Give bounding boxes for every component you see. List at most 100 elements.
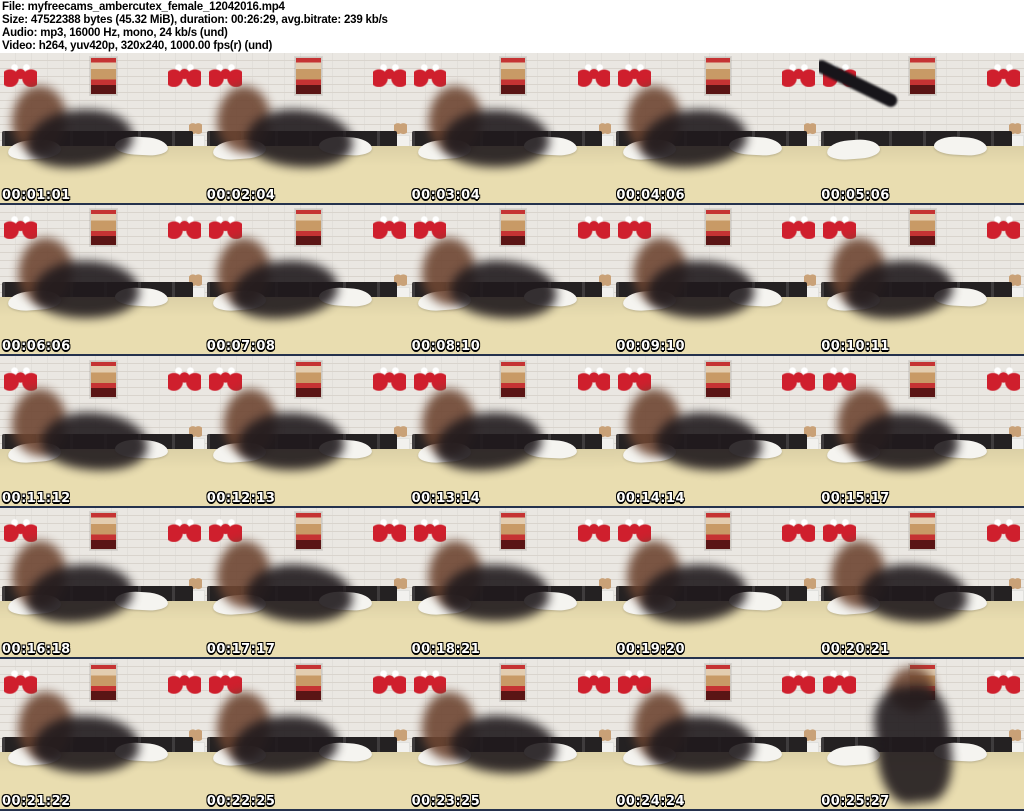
video-thumbnail: 00:16:18 <box>0 507 205 660</box>
red-sconce-decoration-left <box>823 516 857 543</box>
timestamp-overlay: 00:10:11 <box>821 339 890 355</box>
timestamp-overlay: 00:11:12 <box>2 490 71 506</box>
red-sconce-decoration-left <box>413 365 447 391</box>
red-sconce-decoration-left <box>823 213 857 239</box>
red-sconce-decoration-right <box>167 668 201 694</box>
red-sconce-decoration-right <box>372 668 406 694</box>
video-thumbnail: 00:14:14 <box>614 356 820 508</box>
video-thumbnail: 00:04:06 <box>614 53 820 205</box>
red-sconce-decoration-right <box>372 516 406 543</box>
size-duration-bitrate-line: Size: 47522388 bytes (45.32 MiB), durati… <box>2 14 388 26</box>
timestamp-overlay: 00:13:14 <box>411 490 481 506</box>
wall-poster <box>294 663 322 702</box>
video-thumbnail: 00:03:04 <box>409 53 615 205</box>
wall-poster <box>90 360 117 399</box>
red-sconce-decoration-right <box>782 213 816 239</box>
wall-poster <box>704 57 732 95</box>
red-sconce-decoration-right <box>372 213 406 239</box>
red-sconce-decoration-left <box>618 516 652 543</box>
subject-placeholder-body <box>442 564 549 622</box>
wall-poster <box>909 360 936 399</box>
red-sconce-decoration-right <box>372 61 406 88</box>
timestamp-overlay: 00:08:10 <box>411 339 481 355</box>
subject-placeholder-body <box>237 413 345 470</box>
red-sconce-decoration-right <box>987 61 1020 88</box>
video-thumbnail: 00:18:21 <box>409 507 615 660</box>
red-sconce-decoration-left <box>413 61 447 88</box>
wall-poster <box>499 209 527 247</box>
red-sconce-decoration-left <box>618 668 652 694</box>
video-thumbnail: 00:05:06 <box>819 53 1024 205</box>
video-thumbnail: 00:23:25 <box>409 659 615 811</box>
wall-poster <box>294 360 322 399</box>
wall-poster <box>909 209 936 247</box>
red-sconce-decoration-left <box>4 61 37 88</box>
red-sconce-decoration-right <box>987 365 1020 391</box>
timestamp-overlay: 00:03:04 <box>411 187 481 203</box>
wall-poster <box>499 57 527 95</box>
subject-placeholder-body <box>32 716 140 774</box>
red-sconce-decoration-right <box>372 365 406 391</box>
video-thumbnail: 00:06:06 <box>0 204 205 357</box>
contact-sheet: File: myfreecams_ambercutex_female_12042… <box>0 0 1024 811</box>
wall-poster <box>90 512 117 550</box>
red-sconce-decoration-left <box>413 668 447 694</box>
timestamp-overlay: 00:09:10 <box>616 339 686 355</box>
red-sconce-decoration-right <box>782 668 816 694</box>
red-sconce-decoration-left <box>618 365 652 391</box>
red-sconce-decoration-right <box>577 516 611 543</box>
timestamp-overlay: 00:24:24 <box>616 794 686 809</box>
video-thumbnail: 00:15:17 <box>819 356 1024 508</box>
subject-placeholder-body <box>442 109 549 167</box>
wall-poster <box>499 360 527 399</box>
video-info-line: Video: h264, yuv420p, 320x240, 1000.00 f… <box>2 40 273 52</box>
red-sconce-decoration-left <box>413 213 447 239</box>
timestamp-overlay: 00:15:17 <box>821 490 890 506</box>
red-sconce-decoration-left <box>4 668 37 694</box>
timestamp-overlay: 00:14:14 <box>616 490 686 506</box>
timestamp-overlay: 00:01:01 <box>2 187 71 203</box>
timestamp-overlay: 00:07:08 <box>206 339 276 355</box>
wall-poster <box>294 209 322 247</box>
red-sconce-decoration-left <box>208 61 242 88</box>
timestamp-overlay: 00:22:25 <box>206 794 276 809</box>
red-sconce-decoration-left <box>4 516 37 543</box>
wall-poster <box>294 512 322 550</box>
red-sconce-decoration-left <box>208 365 242 391</box>
timestamp-overlay: 00:23:25 <box>411 794 481 809</box>
red-sconce-decoration-right <box>167 365 201 391</box>
red-sconce-decoration-left <box>618 213 652 239</box>
red-sconce-decoration-right <box>782 61 816 88</box>
red-sconce-decoration-right <box>577 668 611 694</box>
video-thumbnail: 00:17:17 <box>204 507 410 660</box>
video-thumbnail: 00:22:25 <box>204 659 410 811</box>
red-sconce-decoration-right <box>782 516 816 543</box>
red-sconce-decoration-right <box>577 61 611 88</box>
wall-poster <box>704 663 732 702</box>
timestamp-overlay: 00:17:17 <box>206 642 276 658</box>
subject-placeholder-body <box>851 413 959 470</box>
subject-placeholder-body <box>32 261 140 319</box>
video-thumbnail: 00:10:11 <box>819 204 1024 357</box>
wall-poster <box>90 57 117 95</box>
timestamp-overlay: 00:12:13 <box>206 490 276 506</box>
red-sconce-decoration-left <box>823 668 857 694</box>
audio-info-line: Audio: mp3, 16000 Hz, mono, 24 kb/s (und… <box>2 27 228 39</box>
red-sconce-decoration-right <box>167 213 201 239</box>
red-sconce-decoration-right <box>782 365 816 391</box>
wall-poster <box>90 663 117 702</box>
red-sconce-decoration-right <box>577 365 611 391</box>
timestamp-overlay: 00:25:27 <box>821 794 890 809</box>
video-thumbnail: 00:25:27 <box>819 659 1024 811</box>
timestamp-overlay: 00:16:18 <box>2 642 71 658</box>
video-thumbnail: 00:24:24 <box>614 659 820 811</box>
timestamp-overlay: 00:18:21 <box>411 642 481 658</box>
wall-poster <box>704 512 732 550</box>
video-thumbnail: 00:07:08 <box>204 204 410 357</box>
file-info-header: File: myfreecams_ambercutex_female_12042… <box>0 0 1024 53</box>
wall-poster <box>499 663 527 702</box>
red-sconce-decoration-right <box>167 61 201 88</box>
red-sconce-decoration-left <box>823 365 857 391</box>
video-thumbnail: 00:19:20 <box>614 507 820 660</box>
video-thumbnail: 00:02:04 <box>204 53 410 205</box>
